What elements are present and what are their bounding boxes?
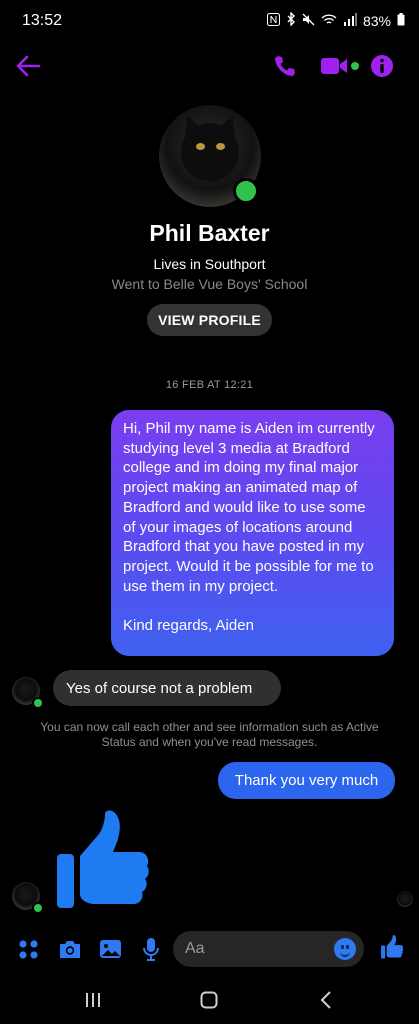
outgoing-message[interactable]: Thank you very much	[218, 762, 395, 799]
recent-apps-icon[interactable]	[84, 992, 102, 1013]
online-status-dot	[32, 697, 44, 709]
battery-icon	[397, 12, 405, 29]
view-profile-button[interactable]: VIEW PROFILE	[147, 304, 272, 336]
emoji-icon[interactable]	[334, 938, 356, 960]
video-camera-icon[interactable]	[320, 54, 360, 78]
camera-icon[interactable]	[58, 938, 82, 965]
back-arrow-icon[interactable]	[15, 54, 41, 78]
battery-label: 83%	[362, 12, 391, 29]
incoming-message[interactable]: Yes of course not a problem	[53, 670, 281, 706]
message-input-placeholder: Aa	[185, 940, 205, 957]
signal-icon	[343, 12, 357, 29]
wifi-icon	[321, 13, 337, 29]
profile-name: Phil Baxter	[149, 220, 270, 246]
thumbs-up-icon[interactable]	[380, 935, 404, 964]
message-timestamp: 16 FEB AT 12:21	[165, 379, 254, 391]
message-input[interactable]: Aa	[173, 931, 364, 967]
online-status-dot	[233, 178, 259, 204]
profile-location: Lives in Southport	[153, 256, 266, 272]
status-time: 13:52	[22, 12, 63, 29]
outgoing-message[interactable]: Hi, Phil my name is Aiden im currently s…	[111, 410, 394, 656]
bluetooth-icon	[286, 11, 296, 29]
back-icon[interactable]	[319, 991, 333, 1014]
mute-icon	[302, 13, 315, 29]
system-notice: You can now call each other and see info…	[40, 720, 379, 749]
apps-icon[interactable]	[18, 939, 40, 966]
gallery-icon[interactable]	[99, 938, 122, 965]
status-icons: 83%	[266, 11, 405, 29]
phone-icon[interactable]	[273, 54, 297, 78]
microphone-icon[interactable]	[142, 937, 160, 966]
profile-education: Went to Belle Vue Boys' School	[111, 276, 308, 292]
online-status-dot	[32, 902, 44, 914]
nfc-icon	[266, 12, 280, 29]
thumbs-up-icon[interactable]	[55, 810, 150, 915]
read-receipt-avatar	[397, 891, 413, 907]
info-icon[interactable]	[370, 54, 394, 78]
home-icon[interactable]	[200, 991, 218, 1014]
